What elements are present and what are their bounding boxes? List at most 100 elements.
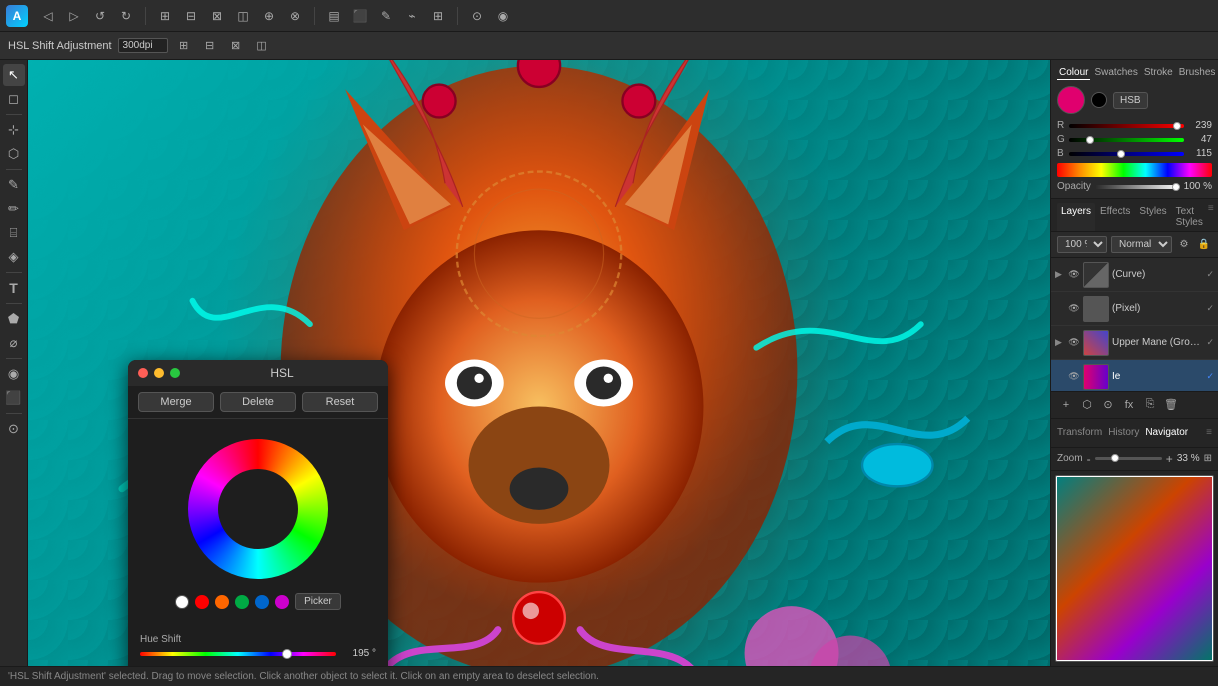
- picker-button[interactable]: Picker: [295, 593, 341, 610]
- opacity-track[interactable]: [1095, 185, 1180, 189]
- toolbar-btn-4[interactable]: ◫: [231, 4, 255, 28]
- layer-item-active[interactable]: 👁 Ie ✓: [1051, 360, 1218, 391]
- layer-visibility[interactable]: 👁: [1068, 371, 1080, 383]
- tool-type[interactable]: T: [3, 277, 25, 299]
- toolbar-back-btn[interactable]: ◁: [36, 4, 60, 28]
- zoom-out-icon[interactable]: -: [1087, 452, 1091, 466]
- toolbar-right-btn-2[interactable]: ◉: [491, 4, 515, 28]
- transform-panel-menu[interactable]: ≡: [1206, 427, 1212, 438]
- toolbar-view-btn-5[interactable]: ⊞: [426, 4, 450, 28]
- hue-shift-thumb[interactable]: [282, 649, 292, 659]
- secondary-icon-4[interactable]: ◫: [252, 36, 272, 56]
- layer-mask-btn[interactable]: ⊙: [1099, 396, 1117, 414]
- tab-stroke[interactable]: Stroke: [1142, 66, 1175, 80]
- zoom-thumb[interactable]: [1111, 454, 1119, 462]
- navigator-tab[interactable]: Navigator: [1145, 427, 1188, 438]
- layers-settings-icon[interactable]: ⚙: [1176, 237, 1192, 253]
- tool-mask[interactable]: ⊙: [3, 418, 25, 440]
- tool-pencil[interactable]: ✏: [3, 198, 25, 220]
- toolbar-view-btn-1[interactable]: ▤: [322, 4, 346, 28]
- history-tab[interactable]: History: [1108, 427, 1139, 438]
- layers-blend-select[interactable]: Normal: [1111, 236, 1172, 253]
- b-thumb[interactable]: [1117, 150, 1125, 158]
- layers-opacity-select[interactable]: 100 %: [1057, 236, 1107, 253]
- layer-visibility[interactable]: 👁: [1068, 269, 1080, 281]
- swatch-blue[interactable]: [255, 595, 269, 609]
- g-track[interactable]: [1069, 138, 1184, 142]
- layer-expand[interactable]: ▶: [1055, 269, 1065, 280]
- swatch-purple[interactable]: [275, 595, 289, 609]
- zoom-fit-icon[interactable]: ⊞: [1204, 453, 1212, 464]
- navigator-preview[interactable]: [1055, 475, 1214, 663]
- layer-item[interactable]: 👁 (Pixel) ✓: [1051, 292, 1218, 326]
- color-mode-btn[interactable]: HSB: [1113, 92, 1148, 109]
- toolbar-view-btn-3[interactable]: ✎: [374, 4, 398, 28]
- toolbar-redo-btn[interactable]: ↻: [114, 4, 138, 28]
- toolbar-btn-6[interactable]: ⊗: [283, 4, 307, 28]
- tool-gradient[interactable]: ⬛: [3, 387, 25, 409]
- canvas-area[interactable]: HSL Merge Delete Reset Picker: [28, 60, 1050, 666]
- hue-shift-track[interactable]: [140, 652, 336, 656]
- swatch-green[interactable]: [235, 595, 249, 609]
- r-thumb[interactable]: [1173, 122, 1181, 130]
- b-track[interactable]: [1069, 152, 1184, 156]
- toolbar-btn-3[interactable]: ⊠: [205, 4, 229, 28]
- zoom-slider[interactable]: [1095, 457, 1162, 460]
- hsl-delete-btn[interactable]: Delete: [220, 392, 296, 412]
- secondary-icon-2[interactable]: ⊟: [200, 36, 220, 56]
- color-circle[interactable]: [1057, 86, 1085, 114]
- layers-tab-text-styles[interactable]: Text Styles: [1172, 203, 1207, 231]
- layer-duplicate-btn[interactable]: ⎘: [1141, 396, 1159, 414]
- secondary-icon-1[interactable]: ⊞: [174, 36, 194, 56]
- layer-delete-btn[interactable]: 🗑: [1162, 396, 1180, 414]
- layer-item[interactable]: ▶ 👁 (Curve) ✓: [1051, 258, 1218, 292]
- window-minimize-dot[interactable]: [154, 368, 164, 378]
- layer-item[interactable]: ▶ 👁 Upper Mane (Group) ✓: [1051, 326, 1218, 360]
- layers-panel-menu[interactable]: ≡: [1208, 203, 1214, 231]
- layers-tab-effects[interactable]: Effects: [1096, 203, 1134, 231]
- color-bg-circle[interactable]: [1091, 92, 1107, 108]
- swatch-red[interactable]: [195, 595, 209, 609]
- toolbar-forward-btn[interactable]: ▷: [62, 4, 86, 28]
- tab-swatches[interactable]: Swatches: [1092, 66, 1139, 80]
- g-thumb[interactable]: [1086, 136, 1094, 144]
- toolbar-right-btn-1[interactable]: ⊙: [465, 4, 489, 28]
- toolbar-btn-2[interactable]: ⊟: [179, 4, 203, 28]
- swatch-white[interactable]: [175, 595, 189, 609]
- layer-visibility[interactable]: 👁: [1068, 303, 1080, 315]
- tool-fill[interactable]: ⬡: [3, 143, 25, 165]
- layer-group-btn[interactable]: ⬡: [1078, 396, 1096, 414]
- zoom-in-icon[interactable]: +: [1166, 452, 1173, 466]
- layers-lock-icon[interactable]: 🔒: [1196, 237, 1212, 253]
- toolbar-view-btn-4[interactable]: ⌁: [400, 4, 424, 28]
- toolbar-btn-1[interactable]: ⊞: [153, 4, 177, 28]
- toolbar-btn-5[interactable]: ⊕: [257, 4, 281, 28]
- toolbar-undo-btn[interactable]: ↺: [88, 4, 112, 28]
- layer-fx-btn[interactable]: fx: [1120, 396, 1138, 414]
- tool-zoom[interactable]: ⌀: [3, 332, 25, 354]
- tool-brush[interactable]: ⌸: [3, 222, 25, 244]
- opacity-thumb[interactable]: [1172, 183, 1180, 191]
- window-close-dot[interactable]: [138, 368, 148, 378]
- tab-colour[interactable]: Colour: [1057, 66, 1090, 80]
- secondary-icon-3[interactable]: ⊠: [226, 36, 246, 56]
- tool-node[interactable]: ◻: [3, 88, 25, 110]
- tool-crop[interactable]: ⊹: [3, 119, 25, 141]
- layer-visibility[interactable]: 👁: [1068, 337, 1080, 349]
- toolbar-view-btn-2[interactable]: ⬛: [348, 4, 372, 28]
- color-spectrum[interactable]: [1057, 163, 1212, 177]
- hsl-reset-btn[interactable]: Reset: [302, 392, 378, 412]
- tab-brushes[interactable]: Brushes: [1177, 66, 1218, 80]
- tool-color-picker[interactable]: ◉: [3, 363, 25, 385]
- r-track[interactable]: [1069, 124, 1184, 128]
- window-maximize-dot[interactable]: [170, 368, 180, 378]
- layers-tab-styles[interactable]: Styles: [1135, 203, 1170, 231]
- tool-erase[interactable]: ◈: [3, 246, 25, 268]
- layers-tab-layers[interactable]: Layers: [1057, 203, 1095, 231]
- color-wheel[interactable]: [188, 439, 328, 579]
- swatch-orange[interactable]: [215, 595, 229, 609]
- zoom-input[interactable]: [118, 38, 168, 53]
- tool-select[interactable]: ↖: [3, 64, 25, 86]
- layer-add-btn[interactable]: +: [1057, 396, 1075, 414]
- tool-shape[interactable]: ⬟: [3, 308, 25, 330]
